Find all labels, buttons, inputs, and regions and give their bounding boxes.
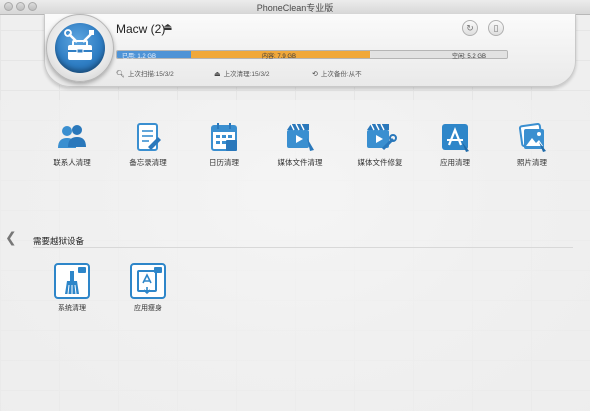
media-clean-icon xyxy=(283,120,317,154)
last-scan-text: 上次扫描:15/3/2 xyxy=(127,71,174,78)
tool-label: 照片清理 xyxy=(517,158,547,167)
app-window: PhoneClean专业版 Macw (2) ⏏ ↻ ▯ 已用: 1.2 GB … xyxy=(0,0,590,411)
storage-used-label: 已用: 1.2 GB xyxy=(122,54,157,60)
section-divider xyxy=(33,247,573,248)
device-badge xyxy=(46,14,114,82)
calendar-icon xyxy=(207,120,241,154)
tool-photos[interactable]: 照片清理 xyxy=(497,120,567,168)
media-repair-icon xyxy=(363,120,397,154)
tool-label: 媒体文件修复 xyxy=(357,158,403,167)
eject-icon[interactable]: ⏏ xyxy=(163,22,172,33)
tool-label: 媒体文件清理 xyxy=(277,158,323,167)
system-clean-icon xyxy=(54,263,90,299)
photos-icon xyxy=(515,120,549,154)
last-clean: ⏏ 上次清理:15/3/2 xyxy=(214,68,270,78)
device-name: Macw (2) xyxy=(116,22,166,36)
history-icon: ⟲ xyxy=(312,71,318,78)
section-title: 需要越狱设备 xyxy=(33,236,85,246)
phone-icon[interactable]: ▯ xyxy=(488,20,504,36)
tool-label: 备忘录清理 xyxy=(129,158,167,167)
tool-system-clean[interactable]: 系统清理 xyxy=(42,263,102,313)
last-backup-text: 上次备份:从不 xyxy=(320,71,362,78)
tool-label: 应用清理 xyxy=(440,158,470,167)
last-clean-text: 上次清理:15/3/2 xyxy=(223,71,270,78)
storage-free-label: 空闲: 5.2 GB xyxy=(452,54,487,60)
app-slim-icon xyxy=(130,263,166,299)
storage-bar xyxy=(116,50,508,59)
window-title: PhoneClean专业版 xyxy=(256,3,334,13)
tool-media-clean[interactable]: 媒体文件清理 xyxy=(265,120,335,168)
storage-free-segment xyxy=(370,51,507,58)
contacts-icon xyxy=(55,120,89,154)
tool-app-slim[interactable]: 应用瘦身 xyxy=(118,263,178,313)
app-store-icon xyxy=(438,120,472,154)
search-icon: 🔍︎ xyxy=(116,71,125,78)
tool-app-clean[interactable]: 应用清理 xyxy=(420,120,490,168)
toolbox-icon xyxy=(55,23,105,73)
tool-label: 联系人清理 xyxy=(53,158,91,167)
refresh-icon[interactable]: ↻ xyxy=(462,20,478,36)
last-backup: ⟲ 上次备份:从不 xyxy=(312,68,362,78)
notes-icon xyxy=(131,120,165,154)
eject-small-icon: ⏏ xyxy=(214,71,221,78)
tool-media-repair[interactable]: 媒体文件修复 xyxy=(345,120,415,168)
storage-content-label: 内容: 7.9 GB xyxy=(262,54,297,60)
tool-label: 应用瘦身 xyxy=(134,305,162,312)
tool-label: 系统清理 xyxy=(58,305,86,312)
tool-notes[interactable]: 备忘录清理 xyxy=(113,120,183,168)
last-scan: 🔍︎ 上次扫描:15/3/2 xyxy=(116,68,174,78)
tool-contacts[interactable]: 联系人清理 xyxy=(37,120,107,168)
tool-label: 日历清理 xyxy=(209,158,239,167)
tool-calendar[interactable]: 日历清理 xyxy=(189,120,259,168)
back-chevron-icon[interactable]: ❮ xyxy=(5,229,17,246)
title-bar: PhoneClean专业版 xyxy=(0,0,590,15)
